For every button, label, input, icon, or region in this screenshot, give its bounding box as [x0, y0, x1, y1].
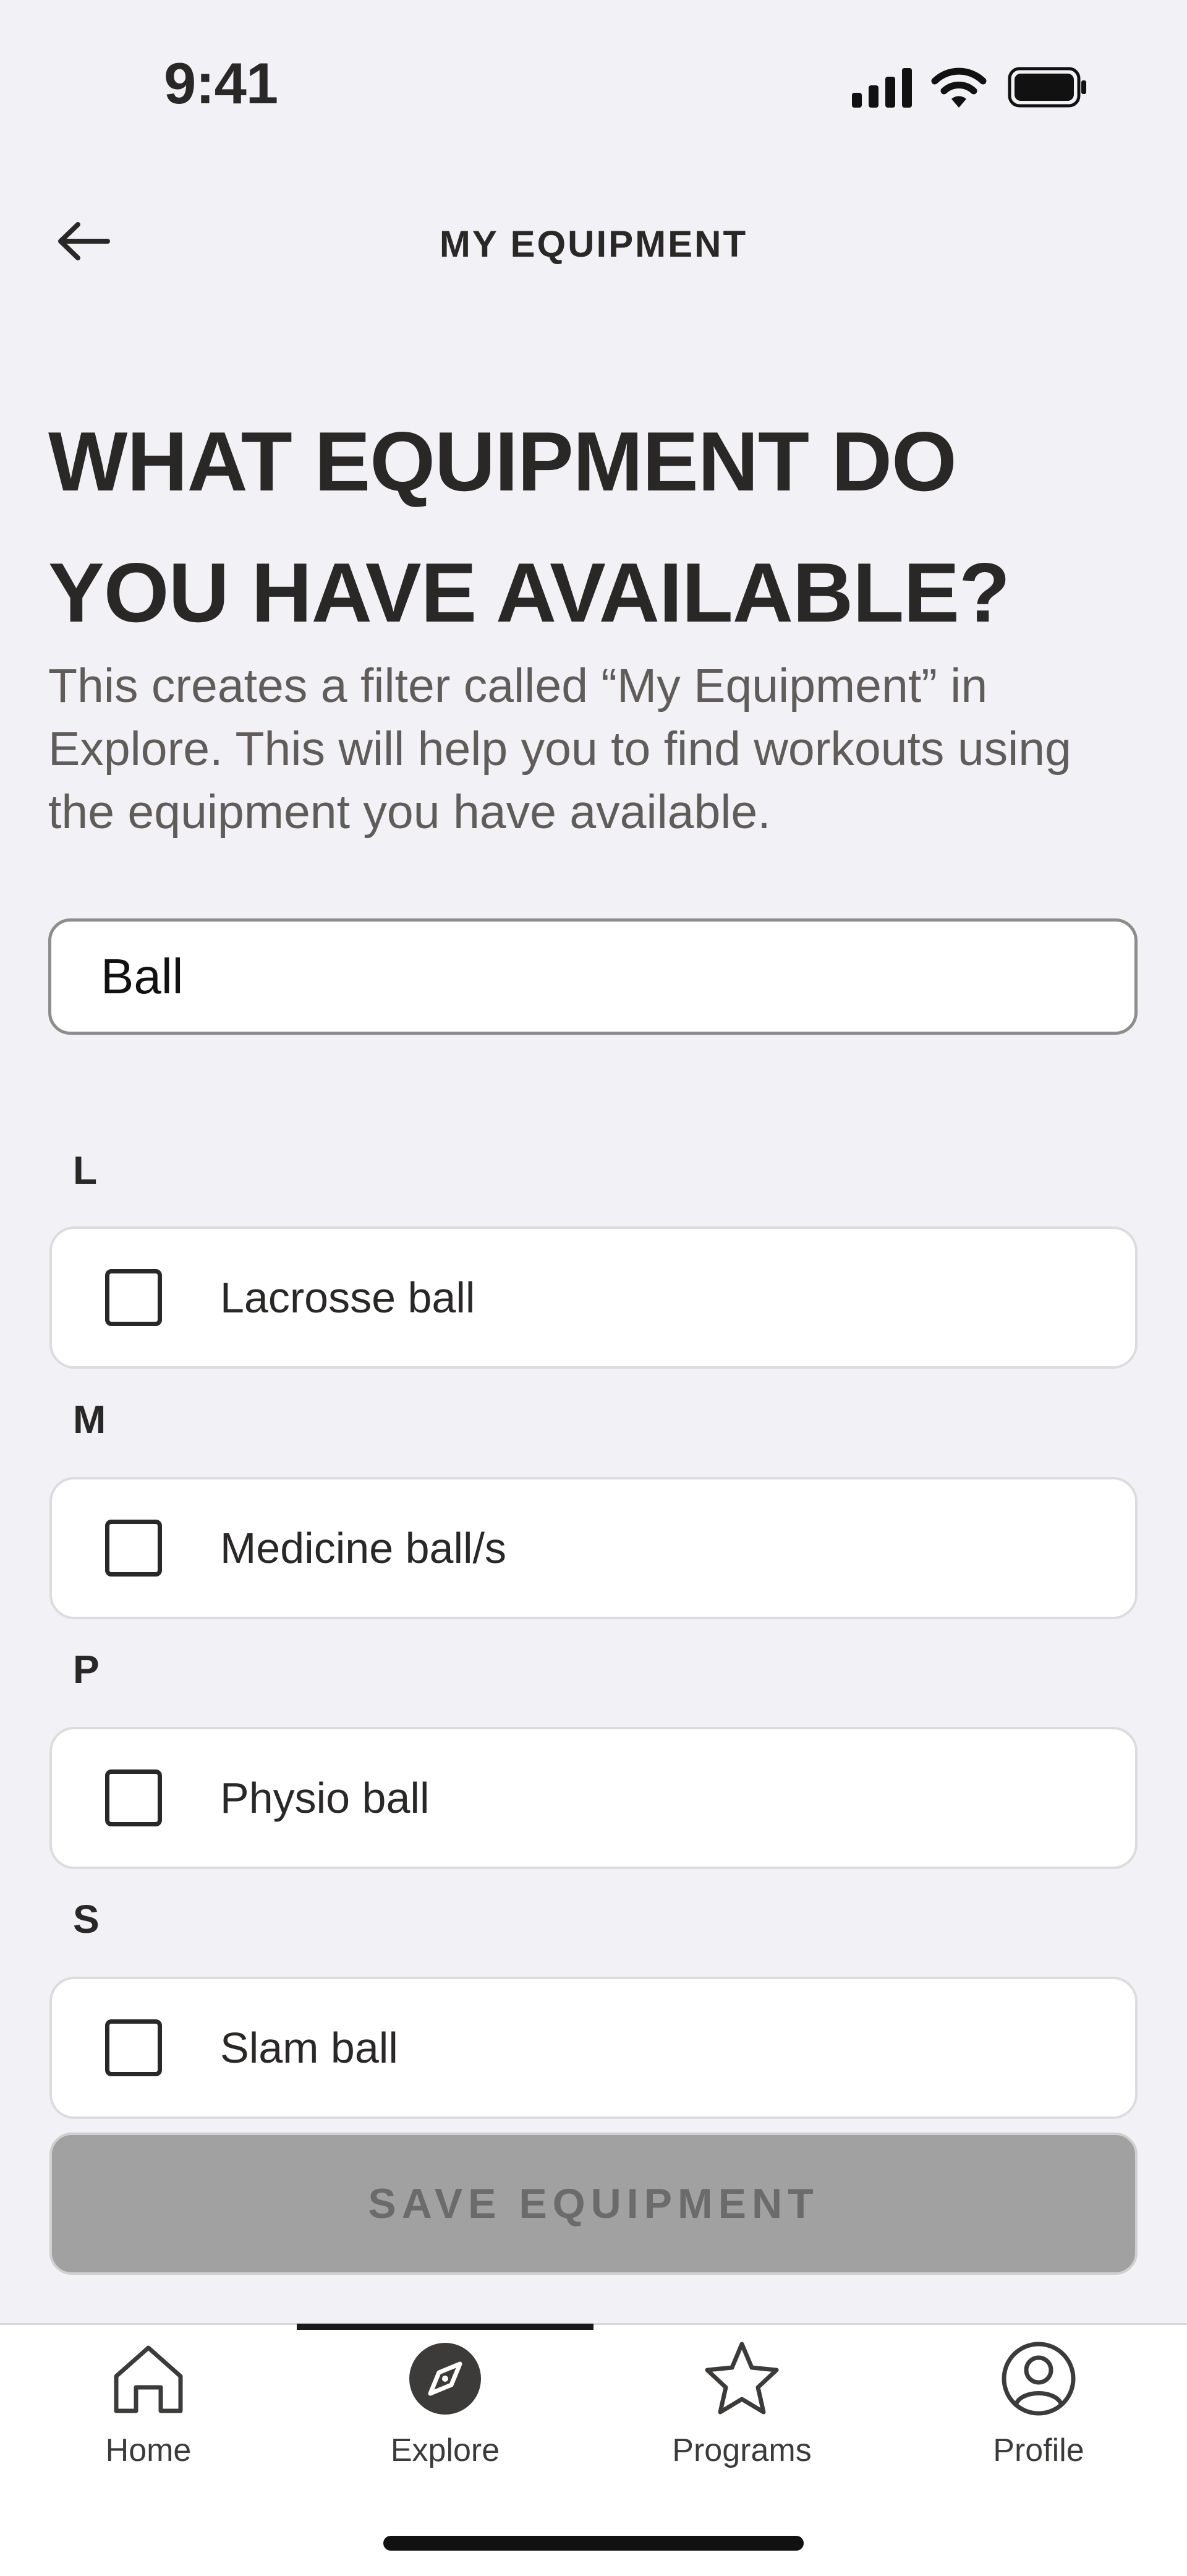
home-icon	[114, 2345, 183, 2413]
equipment-item-medicine-ball[interactable]: Medicine ball/s	[49, 1477, 1138, 1619]
equipment-item-slam-ball[interactable]: Slam ball	[49, 1977, 1138, 2119]
equipment-item-physio-ball[interactable]: Physio ball	[49, 1727, 1138, 1869]
checkbox[interactable]	[105, 2019, 162, 2076]
active-tab-indicator	[297, 2324, 594, 2330]
tab-label: Profile	[993, 2433, 1084, 2468]
heading-line-1: WHAT EQUIPMENT DO	[48, 414, 957, 508]
tab-label: Explore	[390, 2433, 500, 2468]
tab-label: Home	[105, 2433, 192, 2468]
tab-profile[interactable]: Profile	[890, 2338, 1187, 2486]
cellular-signal-icon	[852, 68, 912, 108]
status-time: 9:41	[164, 51, 278, 116]
battery-icon	[1008, 67, 1086, 108]
group-letter-p: P	[73, 1647, 100, 1692]
search-field[interactable]	[48, 918, 1138, 1035]
tab-label: Programs	[672, 2433, 812, 2468]
group-letter-l: L	[73, 1148, 98, 1192]
heading-line-2: YOU HAVE AVAILABLE?	[48, 546, 1010, 640]
compass-icon	[409, 2343, 481, 2415]
wifi-icon	[931, 67, 987, 108]
search-input[interactable]	[100, 948, 1134, 1006]
equipment-label: Medicine ball/s	[220, 1524, 506, 1572]
group-letter-m: M	[73, 1397, 106, 1442]
equipment-label: Slam ball	[220, 2024, 398, 2072]
save-equipment-button[interactable]: SAVE EQUIPMENT	[49, 2133, 1138, 2275]
checkbox[interactable]	[105, 1520, 162, 1577]
equipment-label: Physio ball	[220, 1774, 430, 1822]
tab-programs[interactable]: Programs	[594, 2338, 890, 2486]
checkbox[interactable]	[105, 1769, 162, 1826]
equipment-label: Lacrosse ball	[220, 1273, 475, 1322]
tab-home[interactable]: Home	[0, 2338, 297, 2486]
checkbox[interactable]	[105, 1269, 162, 1326]
description-text: This creates a filter called “My Equipme…	[48, 659, 1071, 839]
tab-explore[interactable]: Explore	[297, 2338, 594, 2486]
equipment-item-lacrosse-ball[interactable]: Lacrosse ball	[49, 1226, 1138, 1369]
group-letter-s: S	[73, 1897, 100, 1941]
home-indicator	[383, 2536, 804, 2551]
profile-icon	[1002, 2342, 1076, 2416]
star-icon	[705, 2342, 779, 2415]
page-title: MY EQUIPMENT	[439, 223, 748, 265]
main-heading: WHAT EQUIPMENT DO YOU HAVE AVAILABLE?	[48, 396, 1149, 658]
